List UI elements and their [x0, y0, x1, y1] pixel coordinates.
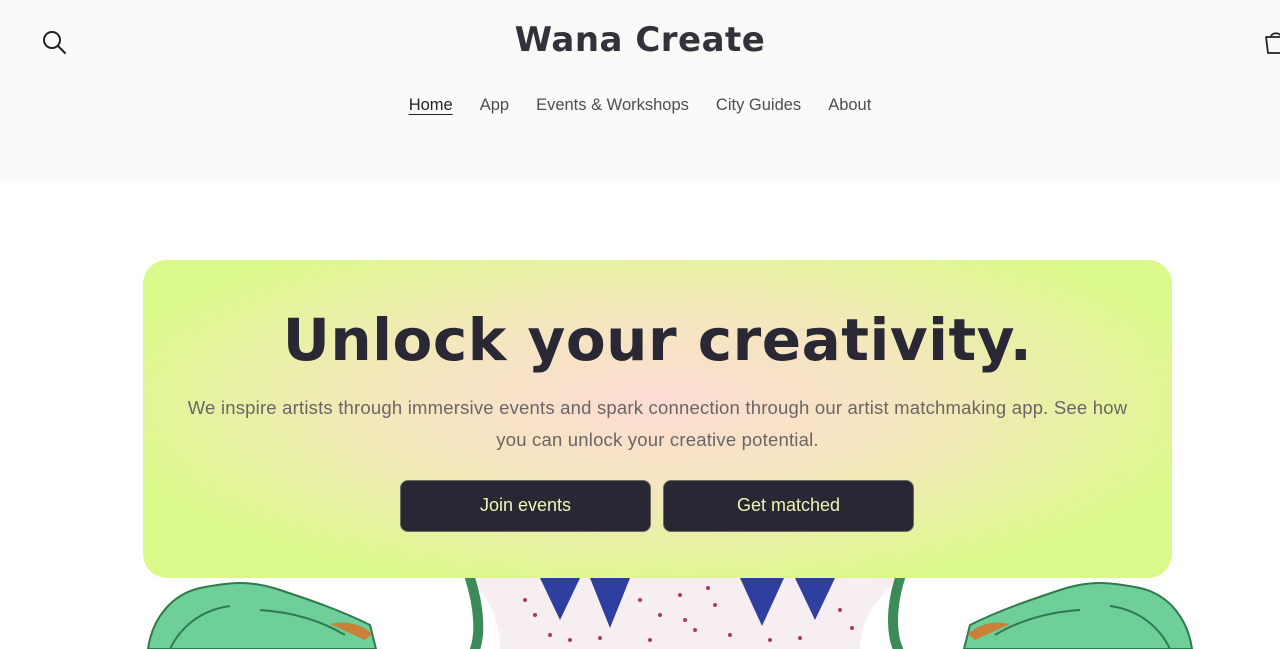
nav-item-about[interactable]: About	[828, 94, 871, 116]
get-matched-button[interactable]: Get matched	[663, 480, 914, 532]
nav-item-app[interactable]: App	[480, 94, 509, 116]
hero-banner: Unlock your creativity. We inspire artis…	[143, 260, 1172, 578]
cart-button[interactable]	[1262, 29, 1280, 55]
nav-item-events-workshops[interactable]: Events & Workshops	[536, 94, 689, 116]
brand-name[interactable]: Wana Create	[515, 20, 766, 60]
main-nav: Home App Events & Workshops City Guides …	[0, 94, 1280, 116]
search-icon	[43, 31, 66, 54]
cart-icon	[1265, 32, 1280, 54]
site-logo: Wana Create	[0, 20, 1280, 60]
nav-item-city-guides[interactable]: City Guides	[716, 94, 801, 116]
hero-subtitle: We inspire artists through immersive eve…	[187, 397, 1128, 450]
search-button[interactable]	[40, 28, 68, 56]
nav-item-home[interactable]: Home	[409, 94, 453, 116]
hero-title: Unlock your creativity.	[282, 306, 1033, 374]
join-events-button[interactable]: Join events	[400, 480, 651, 532]
site-header: Wana Create Home App Events & Workshops …	[0, 0, 1280, 181]
